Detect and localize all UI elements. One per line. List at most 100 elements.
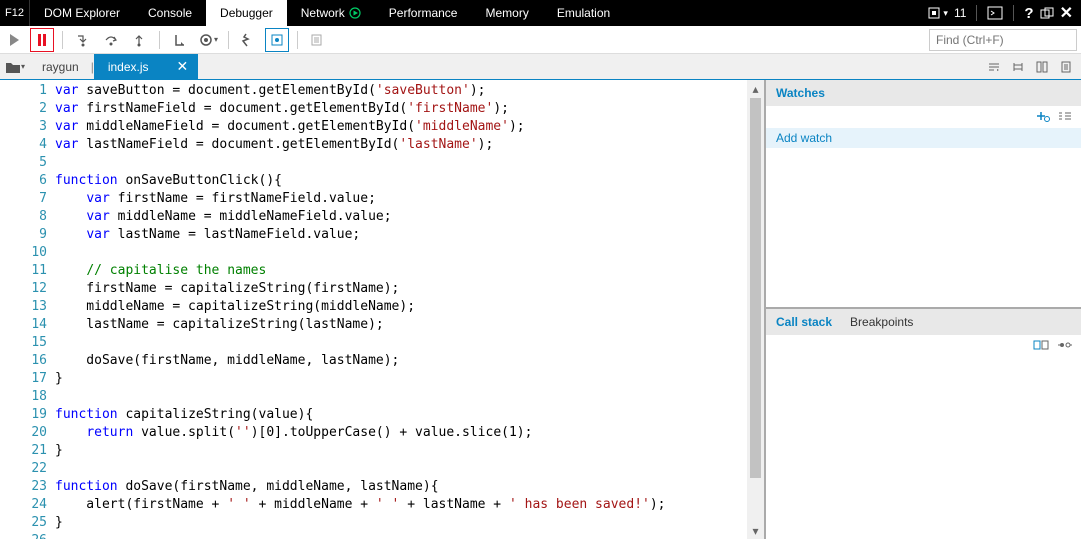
line-number[interactable]: 5 [0,154,47,172]
code-line[interactable]: } [55,514,747,532]
line-number[interactable]: 19 [0,406,47,424]
line-number[interactable]: 23 [0,478,47,496]
line-number[interactable]: 2 [0,100,47,118]
menu-tab-performance[interactable]: Performance [375,0,472,26]
help-icon[interactable]: ? [1024,5,1033,22]
line-number[interactable]: 8 [0,208,47,226]
code-line[interactable] [55,460,747,478]
menu-tab-debugger[interactable]: Debugger [206,0,287,26]
line-number[interactable]: 18 [0,388,47,406]
code-line[interactable]: var lastName = lastNameField.value; [55,226,747,244]
scroll-down-icon[interactable]: ▾ [747,522,764,539]
line-number[interactable]: 4 [0,136,47,154]
code-line[interactable]: function capitalizeString(value){ [55,406,747,424]
menu-tab-network[interactable]: Network [287,0,375,26]
code-line[interactable]: lastName = capitalizeString(lastName); [55,316,747,334]
line-number[interactable]: 10 [0,244,47,262]
line-number[interactable]: 12 [0,280,47,298]
code-editor[interactable]: 1234567891011121314151617181920212223242… [0,80,766,539]
vertical-scrollbar[interactable]: ▴ ▾ [747,80,764,539]
debugger-toolbar: ▾ [0,26,1081,54]
watches-tab[interactable]: Watches [776,86,825,100]
code-line[interactable]: var lastNameField = document.getElementB… [55,136,747,154]
scroll-thumb[interactable] [750,98,761,478]
line-number[interactable]: 24 [0,496,47,514]
code-line[interactable] [55,388,747,406]
line-number[interactable]: 6 [0,172,47,190]
callstack-tab[interactable]: Call stack [776,315,832,329]
open-document-icon[interactable]: ▾ [0,54,30,79]
error-count: 11 [954,6,966,20]
line-number[interactable]: 13 [0,298,47,316]
line-number[interactable]: 20 [0,424,47,442]
pretty-print-button[interactable] [237,28,261,52]
code-line[interactable]: middleName = capitalizeString(middleName… [55,298,747,316]
code-content[interactable]: var saveButton = document.getElementById… [55,80,747,539]
callstack-frames-icon[interactable] [1033,338,1051,355]
callstack-async-icon[interactable] [1057,338,1073,355]
code-line[interactable] [55,532,747,539]
code-line[interactable]: // capitalise the names [55,262,747,280]
delete-all-watches-icon[interactable] [1057,109,1073,126]
menu-tab-memory[interactable]: Memory [471,0,542,26]
pause-button[interactable] [30,28,54,52]
close-icon[interactable]: ✕ [1060,3,1073,23]
code-line[interactable]: firstName = capitalizeString(firstName); [55,280,747,298]
source-map-button[interactable] [1007,56,1029,78]
code-line[interactable]: alert(firstName + ' ' + middleName + ' '… [55,496,747,514]
library-button[interactable] [1055,56,1077,78]
code-line[interactable]: var middleNameField = document.getElemen… [55,118,747,136]
code-line[interactable]: function onSaveButtonClick(){ [55,172,747,190]
code-line[interactable] [55,154,747,172]
breadcrumb-context[interactable]: raygun [30,54,91,79]
step-into-button[interactable] [71,28,95,52]
code-line[interactable]: var firstNameField = document.getElement… [55,100,747,118]
menu-tab-emulation[interactable]: Emulation [543,0,624,26]
code-line[interactable]: doSave(firstName, middleName, lastName); [55,352,747,370]
just-my-code-button[interactable] [306,28,330,52]
breakpoints-tab[interactable]: Breakpoints [850,315,913,329]
run-console-icon[interactable] [987,6,1003,20]
menu-tab-console[interactable]: Console [134,0,206,26]
step-over-button[interactable] [99,28,123,52]
file-tab-close-icon[interactable]: ✕ [177,58,189,75]
line-number[interactable]: 15 [0,334,47,352]
scroll-up-icon[interactable]: ▴ [747,80,764,97]
find-input[interactable] [929,29,1077,51]
f12-label: F12 [0,0,30,26]
code-line[interactable]: } [55,370,747,388]
line-number[interactable]: 14 [0,316,47,334]
code-line[interactable]: function doSave(firstName, middleName, l… [55,478,747,496]
target-icon[interactable]: ▾ [927,6,948,20]
play-button[interactable] [2,28,26,52]
exception-behavior-button[interactable]: ▾ [196,28,220,52]
add-watch-row[interactable]: Add watch [766,128,1081,148]
line-number[interactable]: 9 [0,226,47,244]
line-number[interactable]: 16 [0,352,47,370]
line-number[interactable]: 21 [0,442,47,460]
code-line[interactable]: var middleName = middleNameField.value; [55,208,747,226]
code-line[interactable]: var firstName = firstNameField.value; [55,190,747,208]
line-number[interactable]: 26 [0,532,47,539]
line-number[interactable]: 7 [0,190,47,208]
compare-button[interactable] [1031,56,1053,78]
line-number[interactable]: 1 [0,82,47,100]
break-new-worker-button[interactable] [168,28,192,52]
dom-highlight-button[interactable] [265,28,289,52]
code-line[interactable] [55,334,747,352]
add-watch-icon[interactable] [1035,109,1051,126]
line-number[interactable]: 22 [0,460,47,478]
code-line[interactable] [55,244,747,262]
line-number[interactable]: 11 [0,262,47,280]
file-tab-active[interactable]: index.js ✕ [94,54,198,79]
code-line[interactable]: } [55,442,747,460]
menu-tab-dom-explorer[interactable]: DOM Explorer [30,0,134,26]
line-number[interactable]: 25 [0,514,47,532]
code-line[interactable]: var saveButton = document.getElementById… [55,82,747,100]
undock-icon[interactable] [1040,7,1054,19]
line-number[interactable]: 3 [0,118,47,136]
code-line[interactable]: return value.split('')[0].toUpperCase() … [55,424,747,442]
line-number[interactable]: 17 [0,370,47,388]
step-out-button[interactable] [127,28,151,52]
word-wrap-button[interactable] [983,56,1005,78]
